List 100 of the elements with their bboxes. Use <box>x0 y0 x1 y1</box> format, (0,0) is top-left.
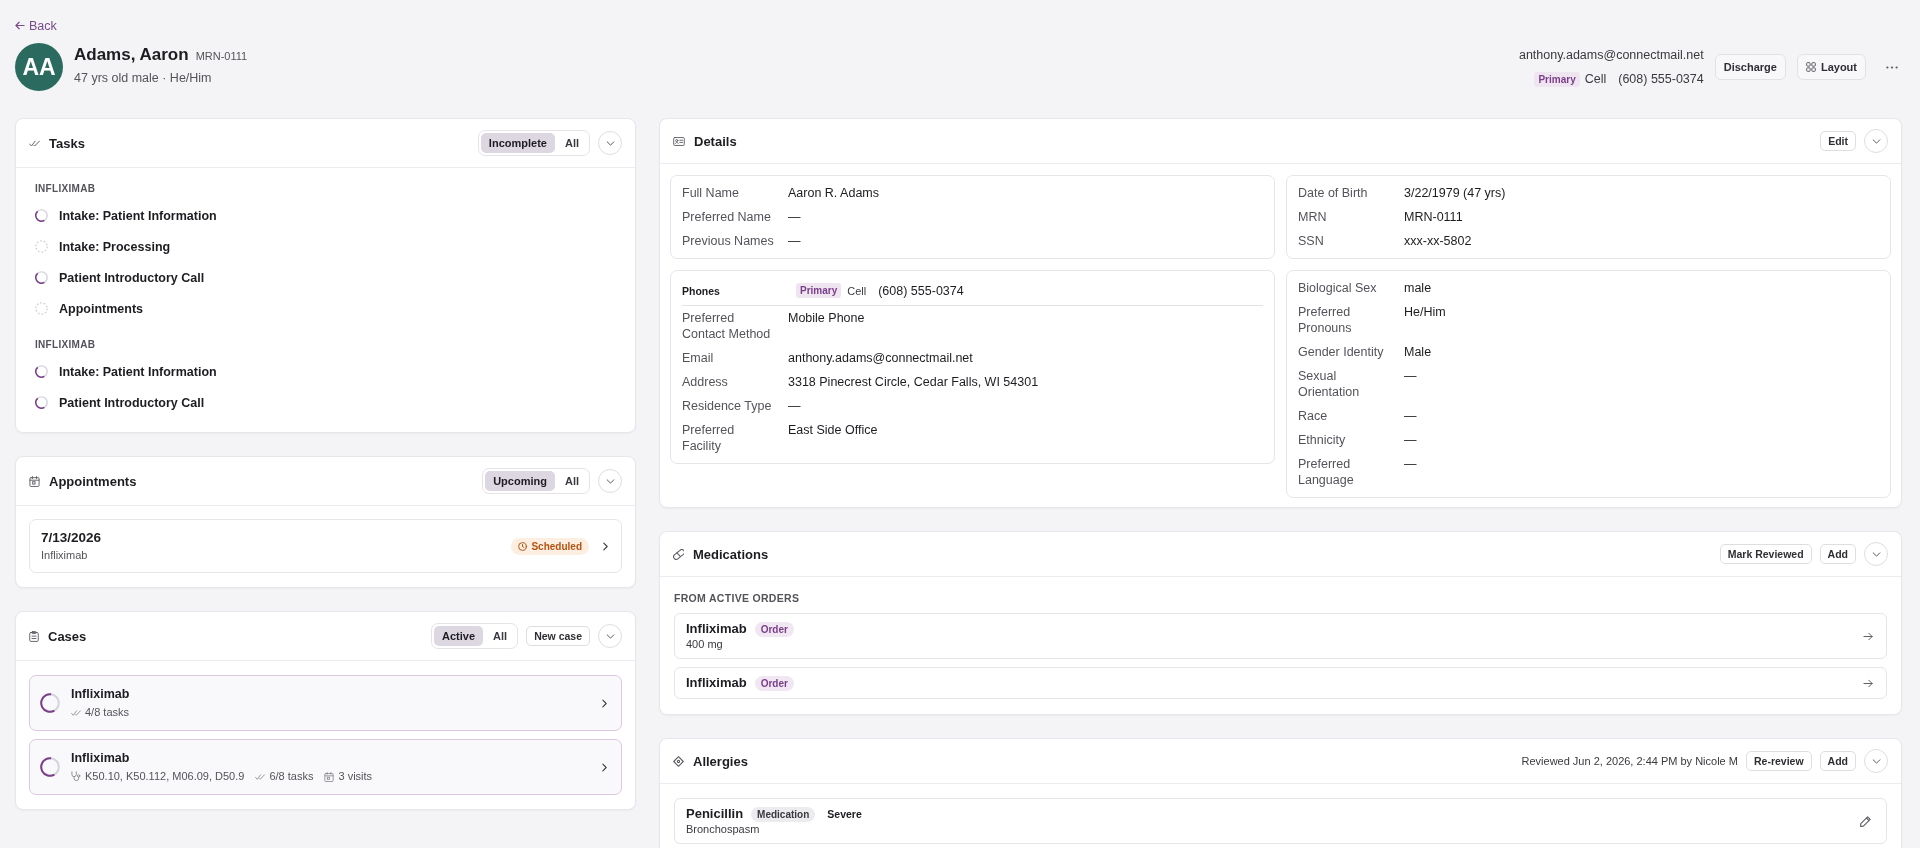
arrow-right-icon <box>1863 678 1873 688</box>
edit-button[interactable] <box>1858 813 1873 829</box>
field-value: Male <box>1404 344 1432 360</box>
action-button[interactable]: Discharge <box>1714 54 1786 80</box>
chevron-down-icon <box>605 140 615 146</box>
primary-badge: Primary <box>796 283 842 298</box>
filter-tab[interactable]: All <box>556 471 587 491</box>
avatar: AA <box>15 43 63 91</box>
chevron-down-icon <box>1871 551 1881 557</box>
task-item[interactable]: Appointments <box>35 293 144 324</box>
patient-mrn: MRN-0111 <box>195 49 248 64</box>
card-title: Tasks <box>49 135 85 151</box>
chevron-down-icon <box>605 478 615 484</box>
reaction-text: Bronchospasm <box>686 822 761 836</box>
patient-name: Adams, Aaron <box>74 45 189 65</box>
medication-name: Infliximab <box>686 621 747 637</box>
field-label: Residence Type <box>682 398 773 414</box>
card-title: Medications <box>693 546 769 562</box>
chevron-down-icon <box>605 633 615 639</box>
field-label: Previous Names <box>682 233 774 249</box>
field-label: Address <box>682 374 729 390</box>
phones-label: Phones <box>682 284 721 297</box>
field-label: Race <box>1298 408 1329 424</box>
field-label: MRN <box>1298 209 1328 225</box>
arrow-right-icon <box>1863 631 1873 641</box>
status-text: Scheduled <box>531 539 582 553</box>
diagnosis-codes: K50.10, K50.112, M06.09, D50.9 <box>85 769 245 784</box>
appointment-date: 7/13/2026 <box>41 529 103 547</box>
back-link[interactable]: Back <box>15 17 57 34</box>
action-button[interactable]: Mark Reviewed <box>1719 544 1812 564</box>
field-label: Preferred Name <box>682 209 772 225</box>
field-value: — <box>1404 408 1417 424</box>
medication-item[interactable]: Infliximab Order 400 mg <box>674 613 1887 659</box>
field-label: Email <box>682 350 715 366</box>
collapse-button[interactable] <box>1864 749 1888 773</box>
field-value: — <box>1404 432 1417 448</box>
stethoscope-icon <box>71 771 81 782</box>
task-item[interactable]: Patient Introductory Call <box>35 387 205 418</box>
progress-ring-icon <box>35 209 48 222</box>
field-value: — <box>788 209 801 225</box>
group-label: INFLIXIMAB <box>35 182 97 196</box>
chevron-down-icon <box>1871 138 1881 144</box>
calendar-icon <box>324 771 335 782</box>
collapse-button[interactable] <box>1864 542 1888 566</box>
collapse-button[interactable] <box>598 469 622 493</box>
case-name: Infliximab <box>71 750 131 766</box>
more-icon <box>1886 65 1898 69</box>
allergy-item[interactable]: Penicillin Medication Severe Bronchospasm <box>674 798 1887 844</box>
field-label: Date of Birth <box>1298 185 1369 201</box>
appointment-item[interactable]: 7/13/2026 Infliximab Scheduled <box>29 519 622 573</box>
card-title: Cases <box>48 628 87 644</box>
card-title: Allergies <box>693 753 748 769</box>
field-label: Preferred Pronouns <box>1298 304 1353 336</box>
card-title: Appointments <box>49 473 137 489</box>
task-item[interactable]: Intake: Patient Information <box>35 200 217 231</box>
task-item[interactable]: Intake: Patient Information <box>35 356 217 387</box>
field-value: East Side Office <box>788 422 878 439</box>
case-item[interactable]: Infliximab K50.10, K50.112, M06.09, D50.9 6/8 tasks 3 visits <box>29 739 622 795</box>
filter-tab[interactable]: Active <box>434 626 484 646</box>
pill-icon <box>673 548 684 560</box>
grid-icon <box>1805 62 1816 72</box>
medication-item[interactable]: Infliximab Order <box>674 667 1887 699</box>
filter-tab[interactable]: All <box>556 133 587 153</box>
layout-button[interactable]: Layout <box>1796 54 1866 80</box>
field-label: Preferred Contact Method <box>682 310 772 342</box>
group-label: INFLIXIMAB <box>35 338 97 352</box>
dashed-circle-icon <box>35 240 48 253</box>
filter-tab[interactable]: Upcoming <box>485 471 555 491</box>
action-button[interactable]: Add <box>1819 544 1856 564</box>
order-badge: Order <box>754 675 794 691</box>
field-label: Preferred Language <box>1298 456 1355 488</box>
dashed-circle-icon <box>35 302 48 315</box>
field-label: Full Name <box>682 185 740 201</box>
task-count: 6/8 tasks <box>269 769 314 784</box>
action-button[interactable]: Re-review <box>1745 751 1812 771</box>
field-value: MRN-0111 <box>1404 209 1463 225</box>
field-value: male <box>1404 280 1432 296</box>
contact-email: anthony.adams@connectmail.net <box>1518 47 1704 64</box>
case-item[interactable]: Infliximab 4/8 tasks <box>29 675 622 731</box>
pencil-icon <box>1860 815 1871 827</box>
edit-button[interactable]: Edit <box>1820 131 1856 151</box>
filter-tab[interactable]: All <box>485 626 516 646</box>
task-item[interactable]: Intake: Processing <box>35 231 171 262</box>
new-case-button[interactable]: New case <box>526 626 590 646</box>
patient-summary: 47 yrs old male · He/Him <box>74 70 213 87</box>
progress-ring-icon <box>35 271 48 284</box>
collapse-button[interactable] <box>598 624 622 648</box>
filter-tab[interactable]: Incomplete <box>480 133 555 153</box>
appointment-case: Infliximab <box>41 548 89 563</box>
field-value: He/Him <box>1404 304 1446 321</box>
collapse-button[interactable] <box>598 131 622 155</box>
case-name: Infliximab <box>71 686 131 702</box>
field-value: xxx-xx-5802 <box>1404 233 1472 249</box>
clock-icon <box>518 541 528 551</box>
collapse-button[interactable] <box>1864 129 1888 153</box>
primary-badge: Primary <box>1534 71 1580 87</box>
phone-type: Cell <box>847 284 867 297</box>
task-item[interactable]: Patient Introductory Call <box>35 262 205 293</box>
action-button[interactable]: Add <box>1819 751 1856 771</box>
field-value: anthony.adams@connectmail.net <box>788 350 973 366</box>
